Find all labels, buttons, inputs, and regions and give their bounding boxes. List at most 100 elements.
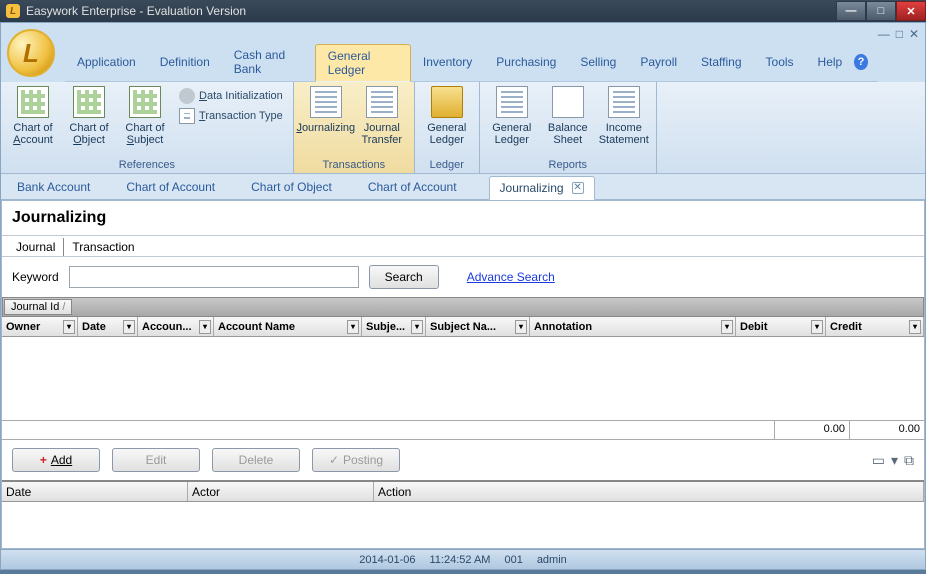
os-close-button[interactable]: ✕ — [896, 1, 926, 21]
chevron-down-icon[interactable]: ▾ — [411, 320, 423, 334]
ribbon-group-label: Ledger — [419, 159, 475, 173]
log-columns: Date Actor Action — [2, 482, 924, 502]
chart-icon — [129, 86, 161, 118]
delete-button[interactable]: Delete — [212, 448, 300, 472]
advance-search-link[interactable]: Advance Search — [467, 270, 555, 284]
child-close-button[interactable]: ✕ — [909, 27, 919, 41]
col-annotation[interactable]: Annotation▾ — [530, 317, 736, 336]
grid-columns: Owner▾ Date▾ Accoun...▾ Account Name▾ Su… — [2, 317, 924, 337]
keyword-input[interactable] — [69, 266, 359, 288]
col-account-name[interactable]: Account Name▾ — [214, 317, 362, 336]
transfer-icon — [366, 86, 398, 118]
grid-sum-row: 0.00 0.00 — [2, 420, 924, 440]
ribbon-group-references: Chart of Account Chart of Object Chart o… — [1, 82, 294, 173]
ribbon-chart-of-account[interactable]: Chart of Account — [5, 84, 61, 146]
ribbon-report-balance-sheet[interactable]: Balance Sheet — [540, 84, 596, 146]
child-window-controls: — □ ✕ — [878, 27, 919, 41]
menu-tools[interactable]: Tools — [754, 51, 806, 73]
ribbon-journalizing[interactable]: Journalizing — [298, 84, 354, 134]
grid-body — [2, 337, 924, 420]
status-user: admin — [537, 554, 567, 566]
chart-icon — [17, 86, 49, 118]
help-icon[interactable]: ? — [854, 54, 867, 70]
export-icon[interactable]: ▭ — [872, 452, 885, 469]
report-icon — [496, 86, 528, 118]
chevron-down-icon[interactable]: ▾ — [199, 320, 211, 334]
status-time: 11:24:52 AM — [430, 554, 491, 566]
tab-journalizing[interactable]: Journalizing ✕ — [489, 176, 595, 200]
journal-icon — [310, 86, 342, 118]
grid-group-cell[interactable]: Journal Id — [4, 299, 72, 315]
inner-tab-journal[interactable]: Journal — [8, 238, 64, 256]
app-window: L Application Definition Cash and Bank G… — [0, 22, 926, 570]
menu-cash-and-bank[interactable]: Cash and Bank — [222, 44, 315, 80]
search-button[interactable]: Search — [369, 265, 439, 289]
menu-selling[interactable]: Selling — [568, 51, 628, 73]
ribbon-group-reports: General Ledger Balance Sheet Income Stat… — [480, 82, 657, 173]
child-maximize-button[interactable]: □ — [896, 27, 903, 41]
add-button[interactable]: +Add — [12, 448, 100, 472]
chevron-down-icon[interactable]: ▾ — [63, 320, 75, 334]
chevron-down-icon[interactable]: ▾ — [721, 320, 733, 334]
app-small-icon: L — [6, 4, 20, 18]
log-col-actor[interactable]: Actor — [188, 482, 374, 501]
logo-icon: L — [7, 29, 55, 77]
gear-icon — [179, 88, 195, 104]
log-col-date[interactable]: Date — [2, 482, 188, 501]
menu-inventory[interactable]: Inventory — [411, 51, 484, 73]
os-minimize-button[interactable]: — — [836, 1, 866, 21]
menu-application[interactable]: Application — [65, 51, 148, 73]
chevron-down-icon[interactable]: ▾ — [515, 320, 527, 334]
log-col-action[interactable]: Action — [374, 482, 924, 501]
tab-bank-account[interactable]: Bank Account — [13, 176, 94, 198]
sum-debit: 0.00 — [774, 421, 849, 439]
col-account[interactable]: Accoun...▾ — [138, 317, 214, 336]
menu-definition[interactable]: Definition — [148, 51, 222, 73]
chevron-down-icon[interactable]: ▾ — [909, 320, 921, 334]
tab-chart-of-object[interactable]: Chart of Object — [247, 176, 336, 198]
copy-icon[interactable]: ⧉ — [904, 452, 914, 469]
ribbon-group-label: Transactions — [298, 159, 410, 173]
col-debit[interactable]: Debit▾ — [736, 317, 826, 336]
income-icon — [608, 86, 640, 118]
search-row: Keyword Search Advance Search — [2, 257, 924, 297]
posting-button[interactable]: ✓ Posting — [312, 448, 400, 472]
ribbon-journal-transfer[interactable]: Journal Transfer — [354, 84, 410, 146]
ribbon: Chart of Account Chart of Object Chart o… — [1, 82, 925, 174]
inner-tab-transaction[interactable]: Transaction — [64, 238, 142, 256]
ribbon-report-general-ledger[interactable]: General Ledger — [484, 84, 540, 146]
col-date[interactable]: Date▾ — [78, 317, 138, 336]
chart-icon — [73, 86, 105, 118]
close-tab-icon[interactable]: ✕ — [572, 182, 584, 194]
chevron-down-icon[interactable]: ▾ — [811, 320, 823, 334]
col-credit[interactable]: Credit▾ — [826, 317, 924, 336]
col-subject-name[interactable]: Subject Na...▾ — [426, 317, 530, 336]
tab-chart-of-account[interactable]: Chart of Account — [122, 176, 219, 198]
balance-icon — [552, 86, 584, 118]
ribbon-chart-of-subject[interactable]: Chart of Subject — [117, 84, 173, 146]
child-minimize-button[interactable]: — — [878, 27, 890, 41]
tab-chart-of-account-2[interactable]: Chart of Account — [364, 176, 461, 198]
chevron-down-icon[interactable]: ▾ — [891, 452, 898, 469]
menu-purchasing[interactable]: Purchasing — [484, 51, 568, 73]
chevron-down-icon[interactable]: ▾ — [347, 320, 359, 334]
col-subject[interactable]: Subje...▾ — [362, 317, 426, 336]
chevron-down-icon[interactable]: ▾ — [123, 320, 135, 334]
menu-general-ledger[interactable]: General Ledger — [315, 44, 411, 82]
ribbon-side-references: Data Initialization Transaction Type — [173, 84, 289, 128]
menu-help[interactable]: Help — [806, 51, 855, 73]
ribbon-transaction-type[interactable]: Transaction Type — [179, 108, 283, 124]
col-owner[interactable]: Owner▾ — [2, 317, 78, 336]
os-titlebar: L Easywork Enterprise - Evaluation Versi… — [0, 0, 926, 22]
menu-payroll[interactable]: Payroll — [628, 51, 689, 73]
keyword-label: Keyword — [12, 270, 59, 284]
ribbon-general-ledger[interactable]: General Ledger — [419, 84, 475, 146]
ribbon-data-initialization[interactable]: Data Initialization — [179, 88, 283, 104]
ribbon-report-income-statement[interactable]: Income Statement — [596, 84, 652, 146]
ribbon-group-label: Reports — [484, 159, 652, 173]
status-bar: 2014-01-06 11:24:52 AM 001 admin — [1, 549, 925, 569]
ribbon-chart-of-object[interactable]: Chart of Object — [61, 84, 117, 146]
os-maximize-button[interactable]: □ — [866, 1, 896, 21]
edit-button[interactable]: Edit — [112, 448, 200, 472]
menu-staffing[interactable]: Staffing — [689, 51, 753, 73]
